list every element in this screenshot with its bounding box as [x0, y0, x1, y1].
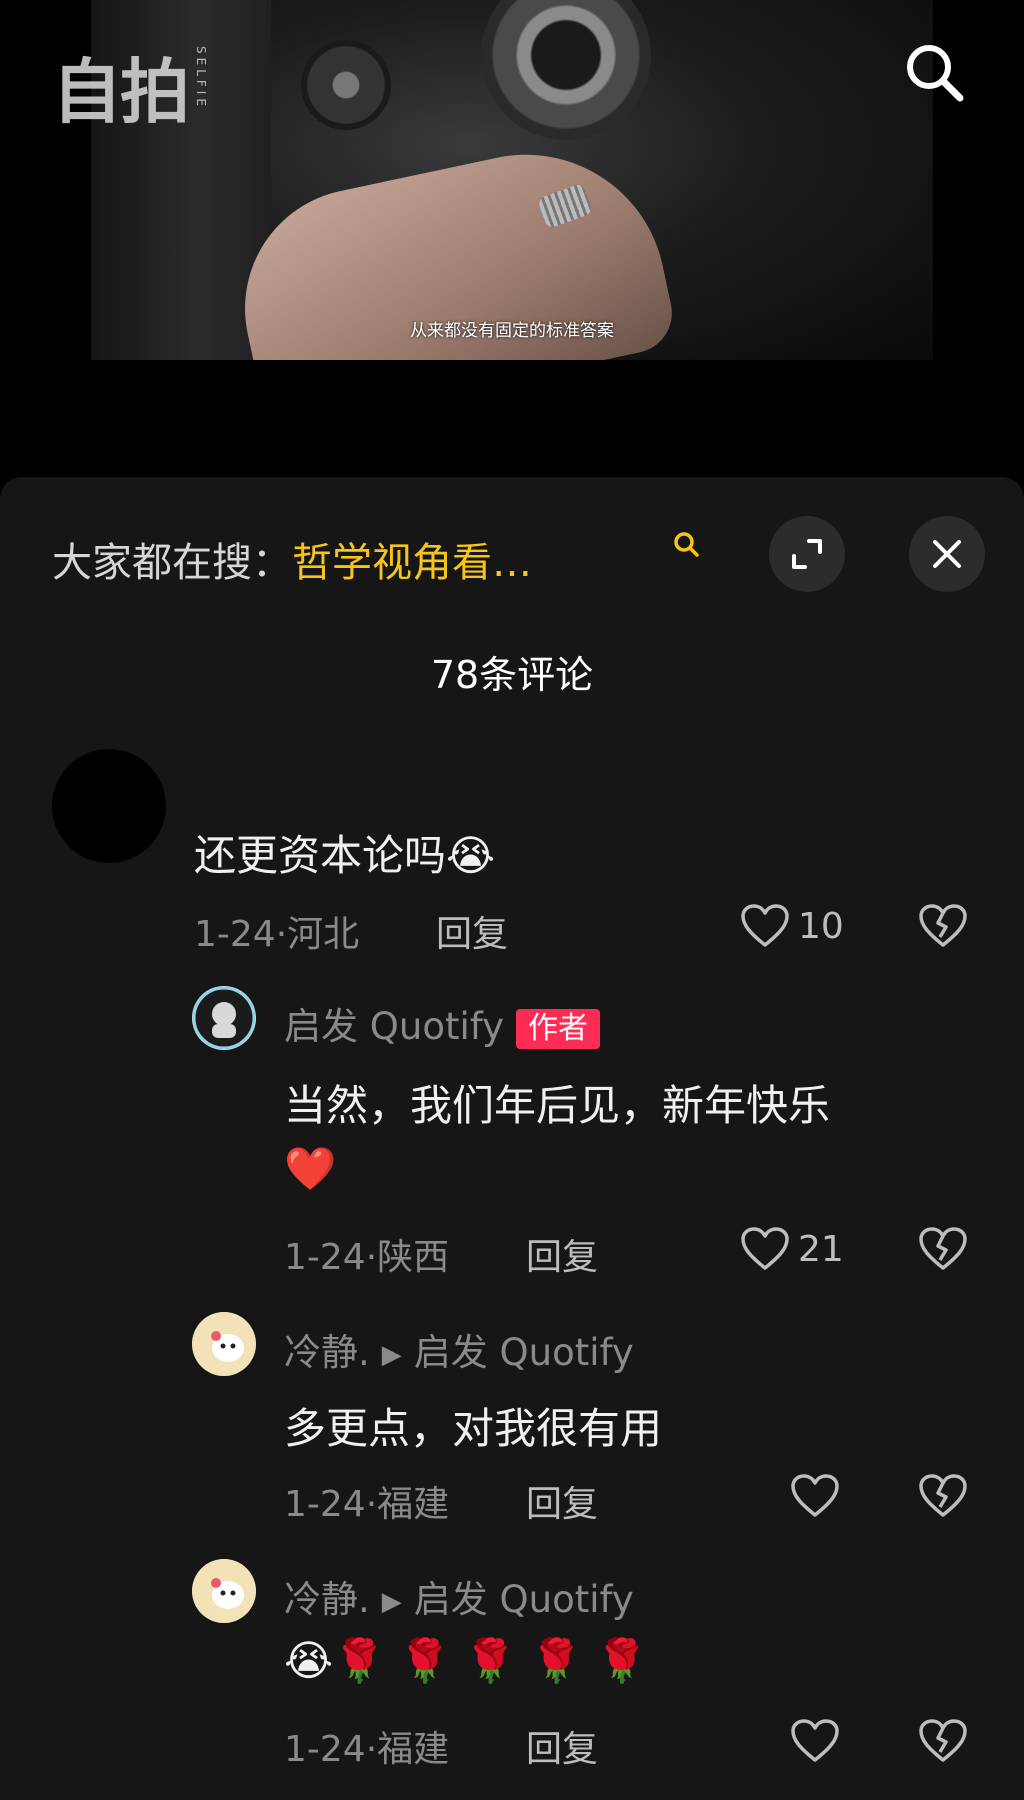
author-avatar-icon	[192, 986, 256, 1050]
avatar[interactable]	[192, 986, 256, 1050]
like-button[interactable]	[790, 1473, 848, 1519]
broken-heart-icon	[919, 904, 967, 947]
watermark-logo: 自拍 SELFIE	[52, 44, 208, 140]
reply-arrow-icon: ▶	[381, 1586, 402, 1617]
reply-button[interactable]: 回复	[436, 905, 508, 957]
comment-content: 多更点，对我很有用	[284, 1404, 663, 1453]
like-button[interactable]: 10	[740, 903, 844, 949]
heart-icon	[791, 1719, 839, 1762]
search-hint-icon[interactable]	[672, 530, 702, 560]
comment-meta: 1-24·福建	[284, 1484, 450, 1525]
comment-username-row: 启发 Quotify 作者	[284, 996, 601, 1050]
reply-to-username[interactable]: 启发 Quotify	[414, 1331, 634, 1374]
dislike-button[interactable]	[918, 1226, 968, 1276]
cartoon-avatar-icon	[192, 1312, 256, 1376]
video-player[interactable]: 从来都没有固定的标准答案	[91, 0, 933, 360]
search-suggestion[interactable]: 大家都在搜：哲学视角看…	[52, 530, 532, 588]
search-button[interactable]	[898, 36, 970, 108]
logo-sub: SELFIE	[194, 46, 208, 110]
comment-username[interactable]: 启发 Quotify	[284, 1005, 504, 1048]
avatar[interactable]	[192, 1559, 256, 1623]
reply-arrow-icon: ▶	[381, 1339, 402, 1370]
comment-content: 还更资本论吗😭	[194, 831, 496, 880]
broken-heart-icon	[919, 1227, 967, 1270]
logo-mark: 自拍	[52, 51, 190, 133]
comments-count-title: 78条评论	[430, 653, 594, 697]
like-count: 10	[798, 905, 844, 947]
author-badge: 作者	[516, 1008, 601, 1049]
comment-meta: 1-24·福建	[284, 1729, 450, 1770]
comment-username-row: 冷静. ▶ 启发 Quotify	[284, 1569, 634, 1623]
heart-icon	[741, 904, 789, 947]
reply-button[interactable]: 回复	[526, 1720, 598, 1772]
close-icon	[933, 540, 961, 568]
video-subtitle: 从来都没有固定的标准答案	[410, 321, 614, 341]
heart-icon	[741, 1227, 789, 1270]
comment-username-row: 冷静. ▶ 启发 Quotify	[284, 1322, 634, 1376]
reply-to-username[interactable]: 启发 Quotify	[414, 1578, 634, 1621]
expand-icon	[792, 539, 822, 569]
search-suggestion-prefix: 大家都在搜：	[52, 540, 292, 586]
heart-icon	[791, 1474, 839, 1517]
search-suggestion-keyword: 哲学视角看…	[292, 540, 532, 586]
reply-button[interactable]: 回复	[526, 1228, 598, 1280]
comment-content: 当然，我们年后见，新年快乐	[284, 1081, 831, 1130]
expand-button[interactable]	[769, 516, 845, 592]
comment-meta: 1-24·陕西	[284, 1237, 450, 1278]
close-button[interactable]	[909, 516, 985, 592]
like-button[interactable]	[790, 1718, 848, 1764]
broken-heart-icon	[919, 1719, 967, 1762]
avatar[interactable]	[52, 749, 166, 863]
reply-button[interactable]: 回复	[526, 1475, 598, 1527]
comment-username[interactable]: 冷静.	[284, 1331, 370, 1374]
dislike-button[interactable]	[918, 1718, 968, 1768]
like-button[interactable]: 21	[740, 1226, 844, 1272]
dislike-button[interactable]	[918, 903, 968, 953]
camera-knob	[301, 40, 391, 130]
cartoon-avatar-icon	[192, 1559, 256, 1623]
broken-heart-icon	[919, 1474, 967, 1517]
comment-content-emoji: ❤️	[284, 1144, 337, 1193]
avatar[interactable]	[192, 1312, 256, 1376]
search-icon	[907, 45, 964, 102]
dislike-button[interactable]	[918, 1473, 968, 1523]
comment-meta: 1-24·河北	[194, 914, 360, 955]
camera-lens	[481, 0, 651, 140]
comment-content: 😭🌹 🌹 🌹 🌹 🌹	[284, 1636, 648, 1685]
like-count: 21	[798, 1228, 844, 1270]
comment-username[interactable]: 冷静.	[284, 1578, 370, 1621]
